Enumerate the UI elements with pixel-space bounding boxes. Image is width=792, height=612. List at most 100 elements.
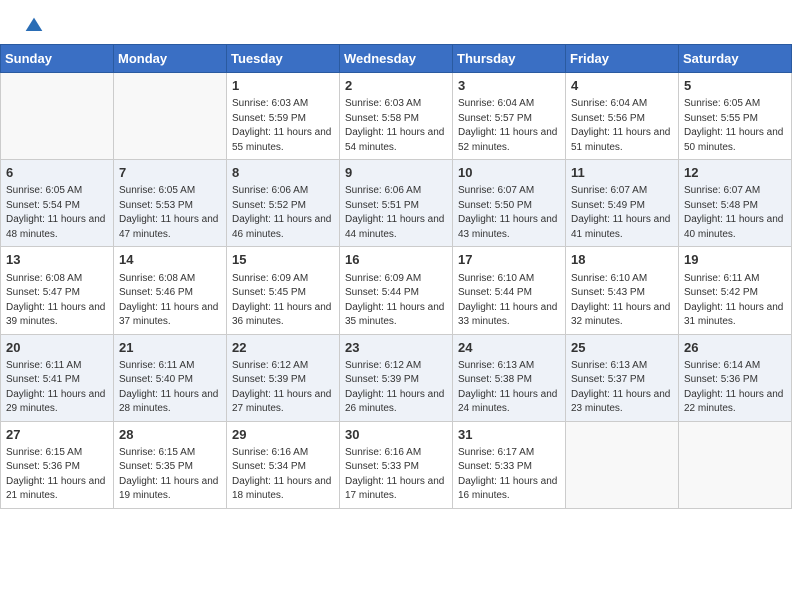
cell-info: Sunrise: 6:09 AM Sunset: 5:44 PM Dayligh…: [345, 272, 447, 330]
calendar-cell: 20 Sunrise: 6:11 AM Sunset: 5:41 PM Dayli…: [1, 334, 114, 421]
cell-info: Sunrise: 6:12 AM Sunset: 5:39 PM Dayligh…: [232, 359, 334, 417]
calendar-cell: 16 Sunrise: 6:09 AM Sunset: 5:44 PM Dayli…: [340, 247, 453, 334]
calendar-header-row: SundayMondayTuesdayWednesdayThursdayFrid…: [1, 45, 792, 73]
day-number: 24: [458, 339, 560, 357]
day-number: 21: [119, 339, 221, 357]
calendar-cell: 29Sunrise: 6:16 AM Sunset: 5:34 PM Dayli…: [227, 421, 340, 508]
calendar-week-row: 20 Sunrise: 6:11 AM Sunset: 5:41 PM Dayli…: [1, 334, 792, 421]
cell-info: Sunrise: 6:13 AM Sunset: 5:37 PM Dayligh…: [571, 359, 673, 417]
cell-info: Sunrise: 6:10 AM Sunset: 5:43 PM Dayligh…: [571, 272, 673, 330]
day-number: 15: [232, 251, 334, 269]
calendar-cell: [566, 421, 679, 508]
cell-info: Sunrise: 6:11 AM Sunset: 5:41 PM Dayligh…: [6, 359, 108, 417]
day-number: 25: [571, 339, 673, 357]
calendar-cell: 17Sunrise: 6:10 AM Sunset: 5:44 PM Dayli…: [453, 247, 566, 334]
calendar-cell: 26 Sunrise: 6:14 AM Sunset: 5:36 PM Dayli…: [679, 334, 792, 421]
calendar-cell: 22 Sunrise: 6:12 AM Sunset: 5:39 PM Dayli…: [227, 334, 340, 421]
calendar-header-friday: Friday: [566, 45, 679, 73]
day-number: 12: [684, 164, 786, 182]
cell-info: Sunrise: 6:16 AM Sunset: 5:33 PM Dayligh…: [345, 446, 447, 504]
calendar-cell: [679, 421, 792, 508]
calendar-cell: 23Sunrise: 6:12 AM Sunset: 5:39 PM Dayli…: [340, 334, 453, 421]
header: [0, 0, 792, 44]
day-number: 13: [6, 251, 108, 269]
day-number: 1: [232, 77, 334, 95]
calendar-cell: 12 Sunrise: 6:07 AM Sunset: 5:48 PM Dayli…: [679, 160, 792, 247]
day-number: 3: [458, 77, 560, 95]
calendar-week-row: 13 Sunrise: 6:08 AM Sunset: 5:47 PM Dayli…: [1, 247, 792, 334]
cell-info: Sunrise: 6:12 AM Sunset: 5:39 PM Dayligh…: [345, 359, 447, 417]
calendar-cell: 10 Sunrise: 6:07 AM Sunset: 5:50 PM Dayli…: [453, 160, 566, 247]
calendar-cell: 9 Sunrise: 6:06 AM Sunset: 5:51 PM Daylig…: [340, 160, 453, 247]
cell-info: Sunrise: 6:05 AM Sunset: 5:54 PM Dayligh…: [6, 184, 108, 242]
calendar-header-tuesday: Tuesday: [227, 45, 340, 73]
cell-info: Sunrise: 6:07 AM Sunset: 5:49 PM Dayligh…: [571, 184, 673, 242]
day-number: 28: [119, 426, 221, 444]
cell-info: Sunrise: 6:17 AM Sunset: 5:33 PM Dayligh…: [458, 446, 560, 504]
cell-info: Sunrise: 6:04 AM Sunset: 5:56 PM Dayligh…: [571, 97, 673, 155]
cell-info: Sunrise: 6:15 AM Sunset: 5:35 PM Dayligh…: [119, 446, 221, 504]
cell-info: Sunrise: 6:09 AM Sunset: 5:45 PM Dayligh…: [232, 272, 334, 330]
day-number: 30: [345, 426, 447, 444]
calendar-cell: 2Sunrise: 6:03 AM Sunset: 5:58 PM Daylig…: [340, 73, 453, 160]
day-number: 17: [458, 251, 560, 269]
calendar-cell: 30 Sunrise: 6:16 AM Sunset: 5:33 PM Dayli…: [340, 421, 453, 508]
day-number: 10: [458, 164, 560, 182]
calendar-cell: 28 Sunrise: 6:15 AM Sunset: 5:35 PM Dayli…: [114, 421, 227, 508]
calendar-cell: 6 Sunrise: 6:05 AM Sunset: 5:54 PM Daylig…: [1, 160, 114, 247]
calendar-cell: 25 Sunrise: 6:13 AM Sunset: 5:37 PM Dayli…: [566, 334, 679, 421]
cell-info: Sunrise: 6:11 AM Sunset: 5:40 PM Dayligh…: [119, 359, 221, 417]
calendar-week-row: 1 Sunrise: 6:03 AM Sunset: 5:59 PM Daylig…: [1, 73, 792, 160]
calendar-week-row: 27 Sunrise: 6:15 AM Sunset: 5:36 PM Dayli…: [1, 421, 792, 508]
cell-info: Sunrise: 6:11 AM Sunset: 5:42 PM Dayligh…: [684, 272, 786, 330]
calendar-cell: 3 Sunrise: 6:04 AM Sunset: 5:57 PM Daylig…: [453, 73, 566, 160]
cell-info: Sunrise: 6:08 AM Sunset: 5:47 PM Dayligh…: [6, 272, 108, 330]
calendar-header-monday: Monday: [114, 45, 227, 73]
day-number: 19: [684, 251, 786, 269]
logo-icon: [24, 16, 44, 36]
day-number: 27: [6, 426, 108, 444]
day-number: 4: [571, 77, 673, 95]
logo: [20, 16, 44, 36]
calendar-cell: 11 Sunrise: 6:07 AM Sunset: 5:49 PM Dayli…: [566, 160, 679, 247]
day-number: 6: [6, 164, 108, 182]
cell-info: Sunrise: 6:15 AM Sunset: 5:36 PM Dayligh…: [6, 446, 108, 504]
calendar-cell: 7Sunrise: 6:05 AM Sunset: 5:53 PM Daylig…: [114, 160, 227, 247]
calendar-cell: [114, 73, 227, 160]
calendar-cell: 8 Sunrise: 6:06 AM Sunset: 5:52 PM Daylig…: [227, 160, 340, 247]
day-number: 20: [6, 339, 108, 357]
calendar-table: SundayMondayTuesdayWednesdayThursdayFrid…: [0, 44, 792, 509]
cell-info: Sunrise: 6:06 AM Sunset: 5:51 PM Dayligh…: [345, 184, 447, 242]
calendar-cell: 1 Sunrise: 6:03 AM Sunset: 5:59 PM Daylig…: [227, 73, 340, 160]
cell-info: Sunrise: 6:14 AM Sunset: 5:36 PM Dayligh…: [684, 359, 786, 417]
calendar-cell: [1, 73, 114, 160]
cell-info: Sunrise: 6:08 AM Sunset: 5:46 PM Dayligh…: [119, 272, 221, 330]
calendar-cell: 21 Sunrise: 6:11 AM Sunset: 5:40 PM Dayli…: [114, 334, 227, 421]
calendar-header-saturday: Saturday: [679, 45, 792, 73]
cell-info: Sunrise: 6:06 AM Sunset: 5:52 PM Dayligh…: [232, 184, 334, 242]
calendar-cell: 24 Sunrise: 6:13 AM Sunset: 5:38 PM Dayli…: [453, 334, 566, 421]
day-number: 9: [345, 164, 447, 182]
cell-info: Sunrise: 6:16 AM Sunset: 5:34 PM Dayligh…: [232, 446, 334, 504]
day-number: 5: [684, 77, 786, 95]
calendar-week-row: 6 Sunrise: 6:05 AM Sunset: 5:54 PM Daylig…: [1, 160, 792, 247]
day-number: 8: [232, 164, 334, 182]
cell-info: Sunrise: 6:05 AM Sunset: 5:53 PM Dayligh…: [119, 184, 221, 242]
day-number: 26: [684, 339, 786, 357]
calendar-cell: 15 Sunrise: 6:09 AM Sunset: 5:45 PM Dayli…: [227, 247, 340, 334]
day-number: 16: [345, 251, 447, 269]
day-number: 22: [232, 339, 334, 357]
cell-info: Sunrise: 6:13 AM Sunset: 5:38 PM Dayligh…: [458, 359, 560, 417]
cell-info: Sunrise: 6:05 AM Sunset: 5:55 PM Dayligh…: [684, 97, 786, 155]
cell-info: Sunrise: 6:07 AM Sunset: 5:48 PM Dayligh…: [684, 184, 786, 242]
calendar-cell: 19 Sunrise: 6:11 AM Sunset: 5:42 PM Dayli…: [679, 247, 792, 334]
day-number: 14: [119, 251, 221, 269]
day-number: 11: [571, 164, 673, 182]
calendar-cell: 13 Sunrise: 6:08 AM Sunset: 5:47 PM Dayli…: [1, 247, 114, 334]
calendar-cell: 5 Sunrise: 6:05 AM Sunset: 5:55 PM Daylig…: [679, 73, 792, 160]
calendar-cell: 14 Sunrise: 6:08 AM Sunset: 5:46 PM Dayli…: [114, 247, 227, 334]
day-number: 18: [571, 251, 673, 269]
cell-info: Sunrise: 6:07 AM Sunset: 5:50 PM Dayligh…: [458, 184, 560, 242]
cell-info: Sunrise: 6:03 AM Sunset: 5:59 PM Dayligh…: [232, 97, 334, 155]
cell-info: Sunrise: 6:04 AM Sunset: 5:57 PM Dayligh…: [458, 97, 560, 155]
